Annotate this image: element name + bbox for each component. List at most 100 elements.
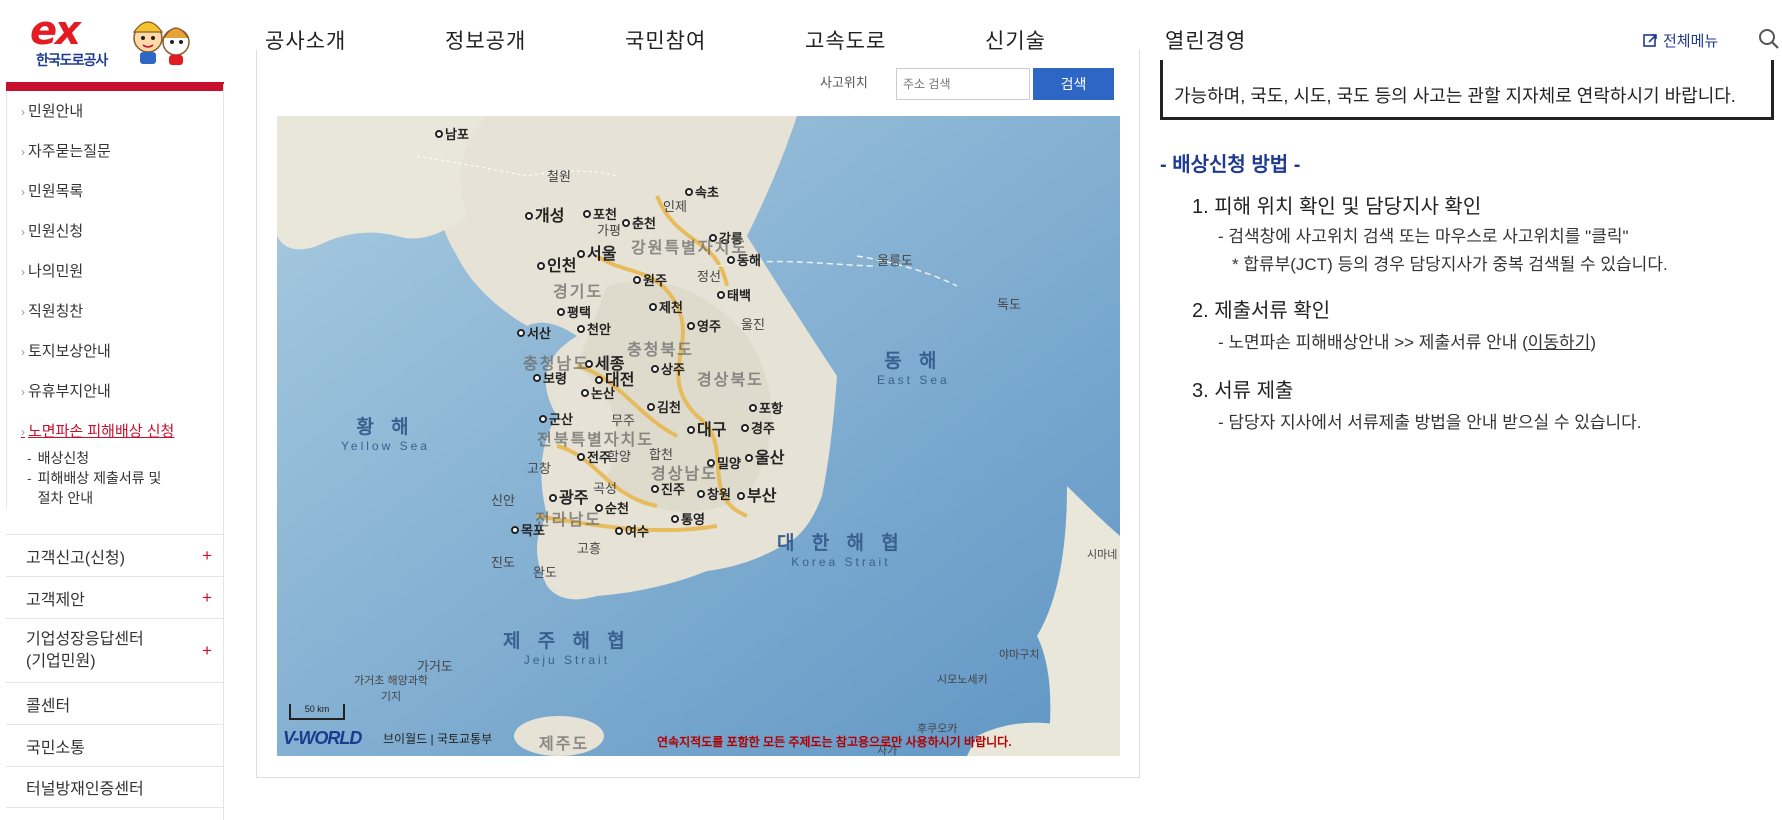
map-place: 포항: [749, 398, 783, 417]
map-place-minor: 진도: [491, 555, 515, 570]
map-search-label: 사고위치: [820, 75, 868, 90]
notice-text: 가능하며, 국도, 시도, 국도 등의 사고는 관할 지자체로 연락하시기 바랍…: [1174, 86, 1736, 106]
map-sea-label: 황 해 Yellow Sea: [341, 417, 430, 453]
map-place-minor: 곡성: [593, 481, 617, 496]
expand-icon: +: [202, 640, 212, 660]
sidebar-main-tunnel-center[interactable]: 터널방재인증센터: [6, 766, 224, 808]
map-place: 논산: [581, 383, 615, 402]
map-place-minor: 울진: [741, 317, 765, 332]
map-scale-bar: 50 km: [289, 704, 345, 720]
map-search-input[interactable]: [896, 68, 1030, 100]
map-region: 경상북도: [697, 372, 764, 389]
expand-icon: +: [202, 587, 212, 607]
sidebar-third-menu: - 배상신청 - 피해배상 제출서류 및 절차 안내: [7, 448, 224, 508]
sidebar-item-civil-apply[interactable]: › 민원신청: [7, 212, 224, 252]
map-region: 강원특별자치도: [631, 240, 749, 257]
search-icon: [1759, 29, 1779, 49]
map-place-minor: 정선: [697, 269, 721, 284]
map-place: 인천: [537, 252, 576, 276]
vworld-links[interactable]: 브이월드 | 국토교통부: [383, 730, 492, 747]
map-sea-label: 대 한 해 협 Korea Strait: [777, 533, 905, 569]
all-menu-button[interactable]: 전체메뉴: [1643, 30, 1718, 51]
map-place: 원주: [633, 270, 667, 289]
map-place: 상주: [651, 359, 685, 378]
sidebar-item-my-civil[interactable]: › 나의민원: [7, 252, 224, 292]
map-place: 통영: [671, 509, 705, 528]
map-place-minor: 인제: [663, 199, 687, 214]
map-region: 경상남도: [651, 466, 718, 483]
map-place: 속초: [685, 182, 719, 201]
map-place-minor: 울릉도: [877, 253, 913, 268]
map-region: 전라남도: [535, 512, 602, 529]
sidebar-item-civil-guide[interactable]: › 민원안내: [7, 92, 224, 132]
external-menu-icon: [1643, 34, 1657, 47]
expand-icon: +: [202, 545, 212, 565]
map-place: 천안: [577, 319, 611, 338]
move-link[interactable]: 이동하기: [1528, 333, 1591, 352]
map-place: 여수: [615, 521, 649, 540]
sidebar-item-idle-land[interactable]: › 유휴부지안내: [7, 372, 224, 412]
sidebar-main-business-center[interactable]: 기업성장응답센터(기업민원) +: [6, 618, 224, 682]
search-button[interactable]: [1758, 28, 1780, 55]
map-place: 대구: [687, 416, 726, 440]
map-place: 영주: [687, 316, 721, 335]
map-place-minor: 야마구치: [999, 649, 1040, 661]
map-place: 창원: [697, 484, 731, 503]
sidebar-item-civil-list[interactable]: › 민원목록: [7, 172, 224, 212]
map-region: 전북특별자치도: [537, 432, 655, 449]
map-region: 충청남도: [523, 356, 590, 373]
map-place: 태백: [717, 285, 751, 304]
sidebar-main-customer-report[interactable]: 고객신고(신청) +: [6, 534, 224, 576]
sidebar-submenu: › 민원안내 › 자주묻는질문 › 민원목록 › 민원신청 › 나의민원 › 직원칭찬 › 토…: [6, 92, 224, 508]
step-desc: - 담당자 지사에서 서류제출 방법을 안내 받으실 수 있습니다.: [1218, 413, 1642, 432]
map-warning: 연속지적도를 포함한 모든 주제도는 참고용으로만 사용하시기 바랍니다.: [657, 735, 1012, 749]
map-sea-label: 제 주 해 협 Jeju Strait: [503, 631, 631, 667]
all-menu-label: 전체메뉴: [1663, 33, 1719, 50]
step-desc: - 노면파손 피해배상안내 >> 제출서류 안내 (이동하기): [1218, 333, 1596, 352]
vworld-logo: V-WORLD: [283, 728, 362, 748]
map-place-minor: 가평: [597, 223, 621, 238]
korea-map[interactable]: 남포 개성 포천 춘천 속초 강릉 동해 인천 서울 원주 태백 평택 제천 영…: [277, 116, 1120, 756]
map-region: 경기도: [553, 284, 604, 301]
step-title: 3. 서류 제출: [1192, 380, 1294, 402]
map-place: 서울: [577, 240, 616, 264]
map-place: 김천: [647, 397, 681, 416]
map-place-minor: 고흥: [577, 541, 601, 556]
step-title: 2. 제출서류 확인: [1192, 300, 1331, 322]
map-search-button[interactable]: 검색: [1033, 68, 1114, 100]
map-place-minor: 시모노세키: [937, 674, 988, 686]
sidebar-main-customer-proposal[interactable]: 고객제안 +: [6, 576, 224, 618]
map-place: 서산: [517, 323, 551, 342]
map-place: 제천: [649, 297, 683, 316]
map-place-minor: 완도: [533, 565, 557, 580]
map-place-minor: 철원: [547, 169, 571, 184]
sidebar-item-praise[interactable]: › 직원칭찬: [7, 292, 224, 332]
map-place: 개성: [525, 202, 564, 226]
map-place: 광주: [549, 484, 588, 508]
sidebar-third-item-documents[interactable]: - 피해배상 제출서류 및 절차 안내: [27, 468, 177, 508]
site-logo[interactable]: ex 한국도로공사: [30, 8, 200, 70]
map-place-minor: 가거초 해양과학기지: [354, 675, 428, 703]
sidebar: › 민원안내 › 자주묻는질문 › 민원목록 › 민원신청 › 나의민원 › 직원칭찬 › 토…: [6, 84, 224, 820]
map-place: 울산: [745, 444, 784, 468]
logo-name: 한국도로공사: [36, 52, 108, 68]
map-place-minor: 신안: [491, 493, 515, 508]
step-desc: - 검색창에 사고위치 검색 또는 마우스로 사고위치를 "클릭": [1218, 227, 1629, 246]
sidebar-main-call-center[interactable]: 콜센터: [6, 682, 224, 724]
map-place: 남포: [435, 124, 469, 143]
map-place: 춘천: [622, 213, 656, 232]
map-place-minor: 고창: [527, 461, 551, 476]
sidebar-item-land-compensation[interactable]: › 토지보상안내: [7, 332, 224, 372]
sidebar-item-faq[interactable]: › 자주묻는질문: [7, 132, 224, 172]
step-note: * 합류부(JCT) 등의 경우 담당지사가 중복 검색될 수 있습니다.: [1232, 255, 1668, 274]
sidebar-item-damage-claim[interactable]: › 노면파손 피해배상 신청: [7, 412, 224, 452]
mascot-icon: [132, 21, 190, 65]
map-sea-label: 동 해 East Sea: [877, 351, 950, 387]
map-region: 충청북도: [627, 342, 694, 359]
section-title: - 배상신청 방법 -: [1160, 154, 1301, 176]
sidebar-main-public-communication[interactable]: 국민소통: [6, 724, 224, 766]
map-place-minor: 독도: [997, 297, 1021, 312]
map-place-minor: 시마네: [1087, 549, 1118, 561]
nav-item-management[interactable]: 열린경영: [1165, 25, 1345, 55]
map-region: 제주도: [539, 736, 590, 753]
